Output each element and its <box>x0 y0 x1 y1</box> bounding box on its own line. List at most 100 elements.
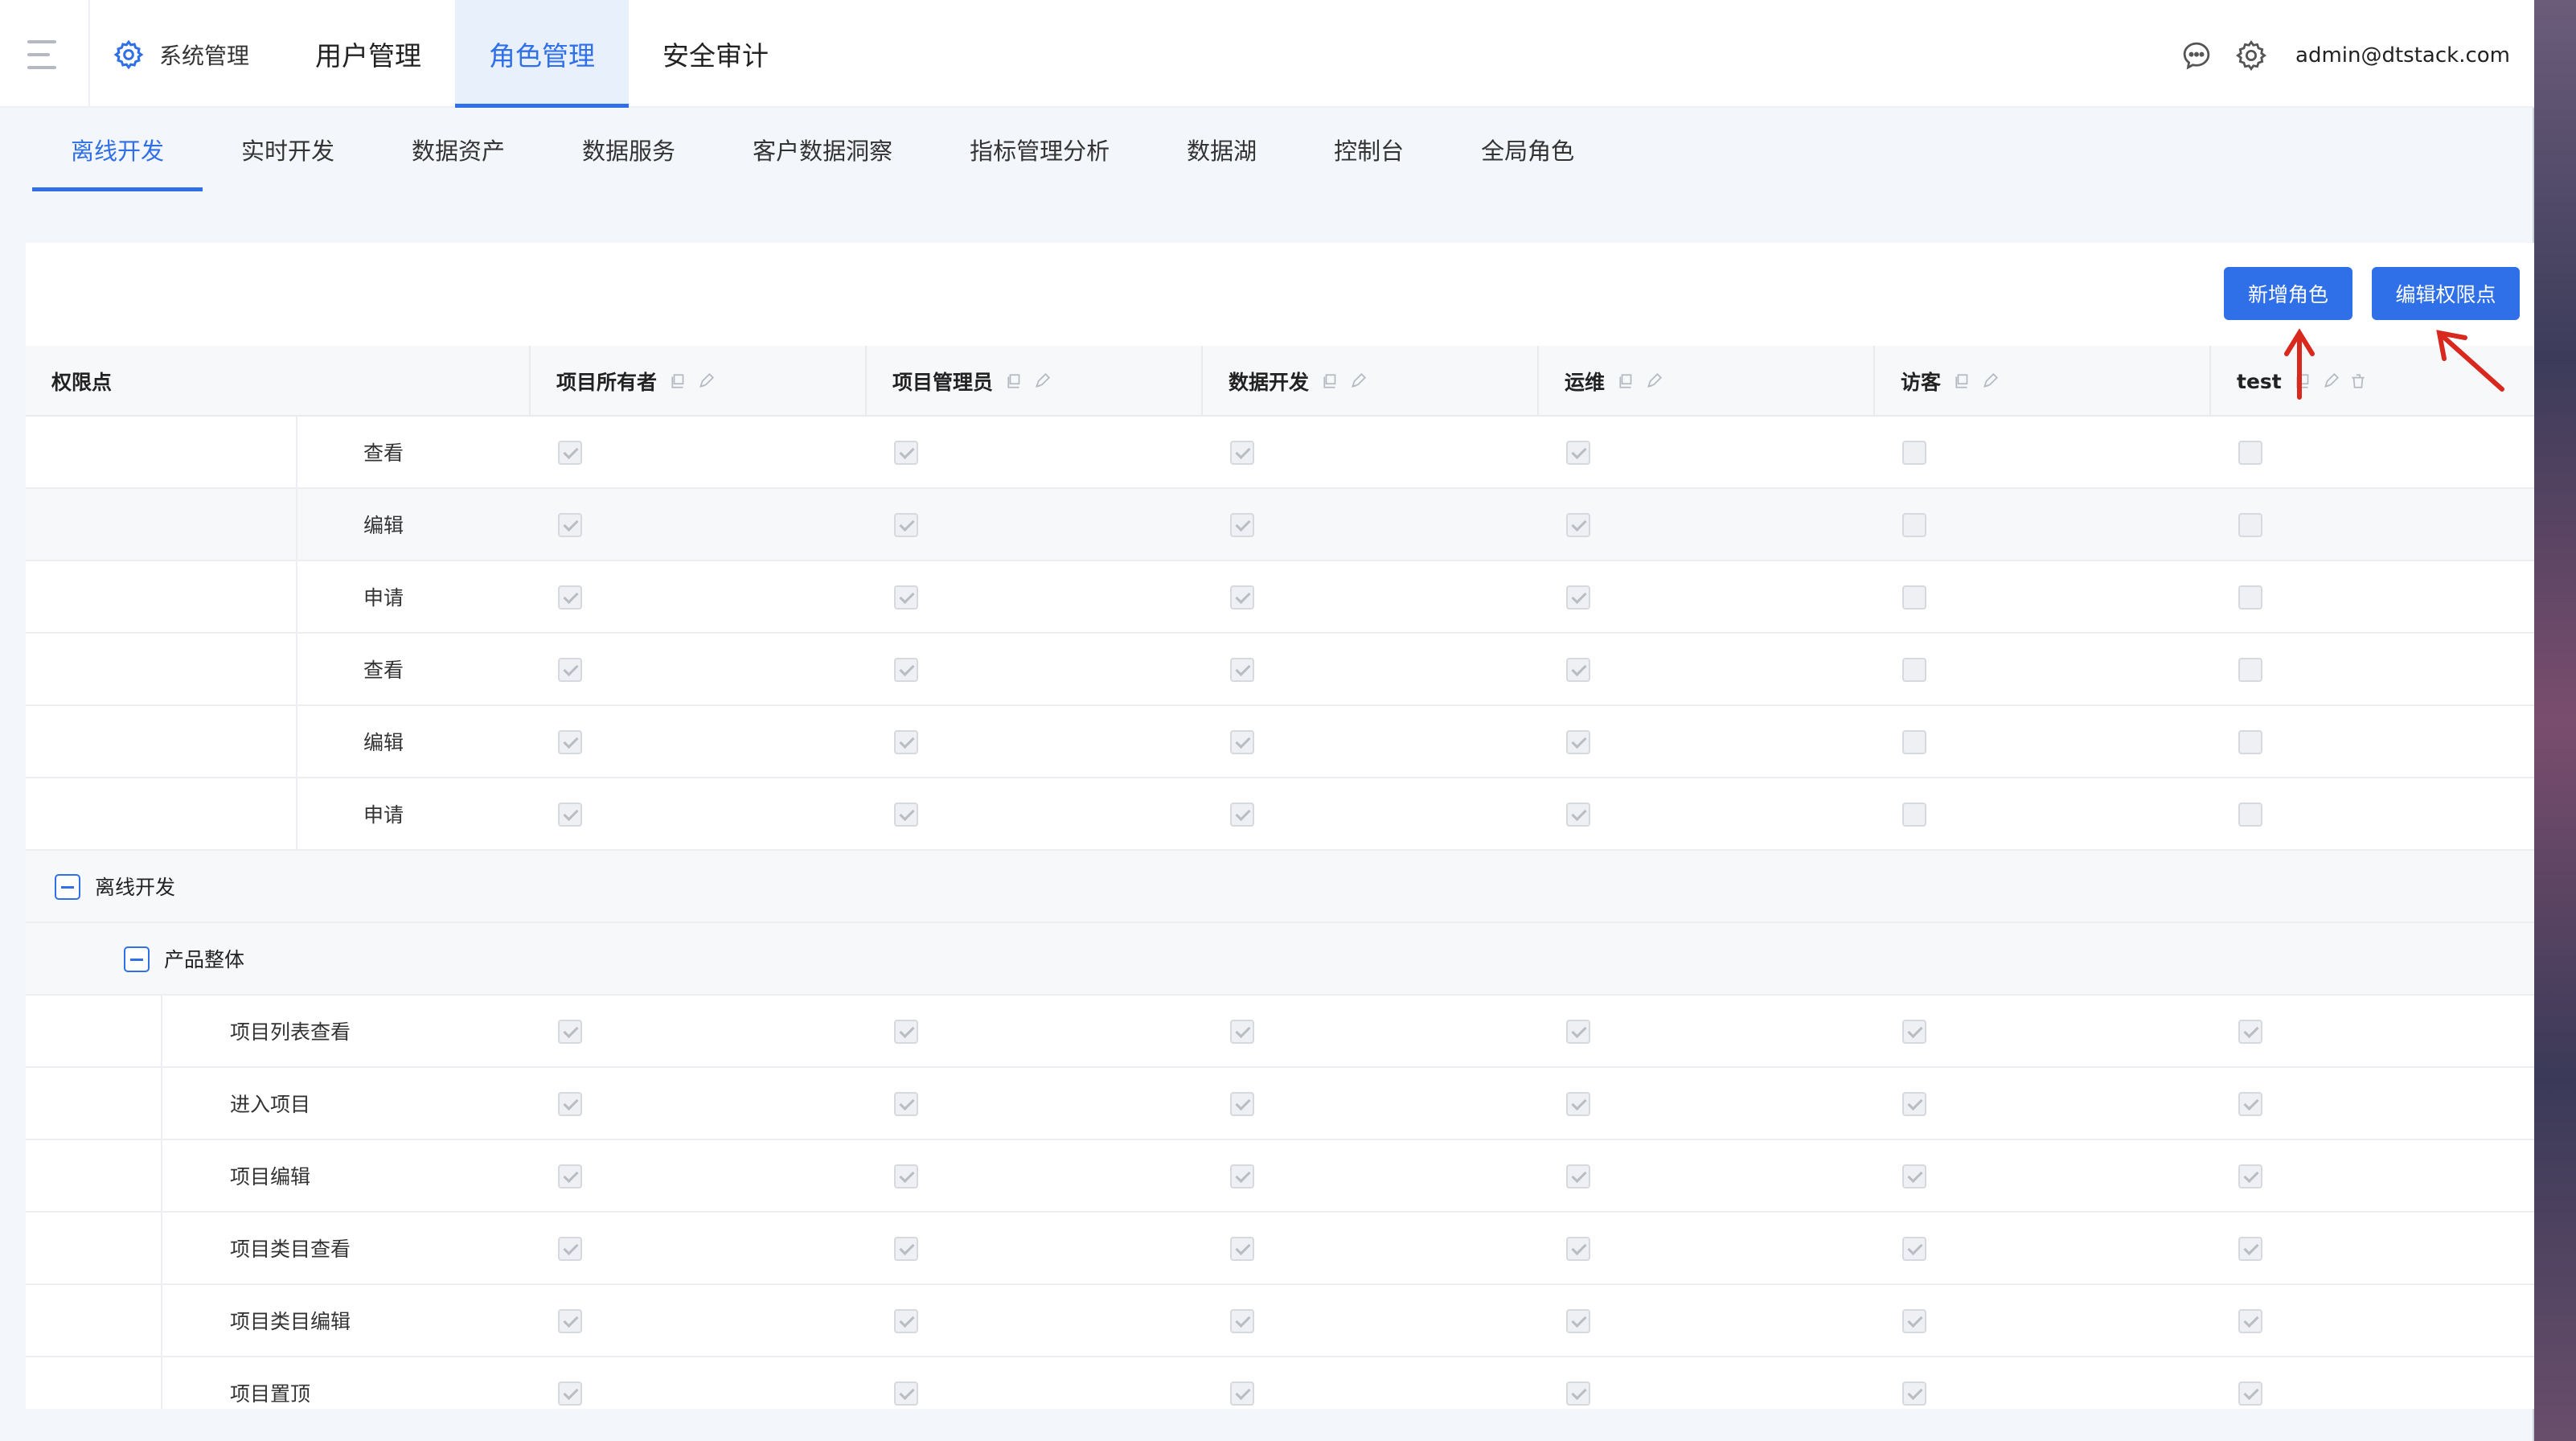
permission-checkbox[interactable] <box>558 803 582 827</box>
permission-checkbox[interactable] <box>1230 585 1254 610</box>
permission-checkbox[interactable] <box>894 803 918 827</box>
permission-checkbox[interactable] <box>1902 513 1926 537</box>
permission-checkbox[interactable] <box>894 1092 918 1116</box>
product-tab-4[interactable]: 客户数据洞察 <box>714 108 931 191</box>
product-tab-6[interactable]: 数据湖 <box>1148 108 1295 191</box>
product-tab-0[interactable]: 离线开发 <box>32 108 203 191</box>
permission-checkbox[interactable] <box>1230 513 1254 537</box>
permission-checkbox[interactable] <box>894 513 918 537</box>
permission-checkbox[interactable] <box>894 585 918 610</box>
edit-icon[interactable] <box>2322 372 2340 390</box>
permission-checkbox[interactable] <box>1566 1381 1590 1406</box>
permission-checkbox[interactable] <box>1230 803 1254 827</box>
permission-checkbox[interactable] <box>558 1381 582 1406</box>
product-tab-2[interactable]: 数据资产 <box>373 108 544 191</box>
permission-checkbox[interactable] <box>558 441 582 465</box>
permission-checkbox[interactable] <box>1230 730 1254 754</box>
permission-checkbox[interactable] <box>1902 1381 1926 1406</box>
product-tab-3[interactable]: 数据服务 <box>544 108 714 191</box>
permission-checkbox[interactable] <box>1230 1020 1254 1044</box>
nav-tab-1[interactable]: 角色管理 <box>455 0 629 108</box>
permission-checkbox[interactable] <box>894 658 918 682</box>
permission-checkbox[interactable] <box>894 1020 918 1044</box>
collapse-toggle-icon[interactable] <box>55 874 80 900</box>
permission-checkbox[interactable] <box>558 1164 582 1189</box>
permission-checkbox[interactable] <box>1902 658 1926 682</box>
permission-checkbox[interactable] <box>1902 1020 1926 1044</box>
permission-checkbox[interactable] <box>1566 1092 1590 1116</box>
product-tab-8[interactable]: 全局角色 <box>1442 108 1613 191</box>
edit-icon[interactable] <box>1033 372 1051 390</box>
edit-icon[interactable] <box>1645 372 1663 390</box>
permission-checkbox[interactable] <box>2238 730 2262 754</box>
nav-tab-2[interactable]: 安全审计 <box>629 0 802 108</box>
permission-checkbox[interactable] <box>1902 1092 1926 1116</box>
edit-icon[interactable] <box>1981 372 1999 390</box>
copy-icon[interactable] <box>1618 372 1635 390</box>
permission-checkbox[interactable] <box>1566 441 1590 465</box>
message-icon[interactable] <box>2180 39 2213 72</box>
add-role-button[interactable]: 新增角色 <box>2224 267 2352 320</box>
permission-checkbox[interactable] <box>1566 1020 1590 1044</box>
permission-checkbox[interactable] <box>558 1092 582 1116</box>
permission-checkbox[interactable] <box>1566 513 1590 537</box>
permission-checkbox[interactable] <box>1566 658 1590 682</box>
permission-checkbox[interactable] <box>1902 803 1926 827</box>
permission-checkbox[interactable] <box>2238 803 2262 827</box>
copy-icon[interactable] <box>2295 372 2312 390</box>
permission-checkbox[interactable] <box>2238 658 2262 682</box>
permission-checkbox[interactable] <box>1902 730 1926 754</box>
permission-checkbox[interactable] <box>558 730 582 754</box>
permission-checkbox[interactable] <box>558 1309 582 1333</box>
permission-checkbox[interactable] <box>1566 585 1590 610</box>
permission-checkbox[interactable] <box>558 658 582 682</box>
permission-checkbox[interactable] <box>2238 513 2262 537</box>
permission-checkbox[interactable] <box>1566 1237 1590 1261</box>
permission-checkbox[interactable] <box>1902 585 1926 610</box>
permission-checkbox[interactable] <box>894 441 918 465</box>
permission-checkbox[interactable] <box>894 1381 918 1406</box>
permission-checkbox[interactable] <box>894 730 918 754</box>
permission-checkbox[interactable] <box>894 1237 918 1261</box>
permission-checkbox[interactable] <box>1902 441 1926 465</box>
product-tab-5[interactable]: 指标管理分析 <box>931 108 1148 191</box>
permission-checkbox[interactable] <box>1902 1237 1926 1261</box>
product-tab-1[interactable]: 实时开发 <box>203 108 373 191</box>
user-account[interactable]: admin@dtstack.com <box>2295 43 2510 68</box>
permission-checkbox[interactable] <box>1902 1309 1926 1333</box>
system-management-label[interactable]: 系统管理 <box>159 40 249 72</box>
permission-checkbox[interactable] <box>1230 1092 1254 1116</box>
permission-checkbox[interactable] <box>1566 730 1590 754</box>
menu-toggle-icon[interactable] <box>27 40 59 69</box>
permission-checkbox[interactable] <box>558 513 582 537</box>
settings-icon[interactable] <box>2234 39 2268 72</box>
edit-permissions-button[interactable]: 编辑权限点 <box>2372 267 2520 320</box>
permission-checkbox[interactable] <box>558 585 582 610</box>
copy-icon[interactable] <box>1954 372 1971 390</box>
permission-checkbox[interactable] <box>2238 1164 2262 1189</box>
nav-tab-0[interactable]: 用户管理 <box>281 0 455 108</box>
permission-checkbox[interactable] <box>2238 1020 2262 1044</box>
permission-checkbox[interactable] <box>2238 585 2262 610</box>
permission-checkbox[interactable] <box>1230 441 1254 465</box>
permission-checkbox[interactable] <box>2238 1092 2262 1116</box>
delete-icon[interactable] <box>2349 372 2367 390</box>
permission-checkbox[interactable] <box>1230 1309 1254 1333</box>
permission-checkbox[interactable] <box>2238 1381 2262 1406</box>
permission-checkbox[interactable] <box>1230 1237 1254 1261</box>
copy-icon[interactable] <box>670 372 687 390</box>
permission-checkbox[interactable] <box>558 1237 582 1261</box>
collapse-toggle-icon[interactable] <box>124 946 150 972</box>
edit-icon[interactable] <box>1349 372 1367 390</box>
permission-checkbox[interactable] <box>558 1020 582 1044</box>
permission-checkbox[interactable] <box>2238 1237 2262 1261</box>
permission-checkbox[interactable] <box>1230 1381 1254 1406</box>
permission-checkbox[interactable] <box>1902 1164 1926 1189</box>
edit-icon[interactable] <box>697 372 715 390</box>
permission-checkbox[interactable] <box>2238 1309 2262 1333</box>
permission-checkbox[interactable] <box>894 1164 918 1189</box>
copy-icon[interactable] <box>1322 372 1339 390</box>
permission-checkbox[interactable] <box>1566 1309 1590 1333</box>
copy-icon[interactable] <box>1006 372 1023 390</box>
product-tab-7[interactable]: 控制台 <box>1295 108 1442 191</box>
